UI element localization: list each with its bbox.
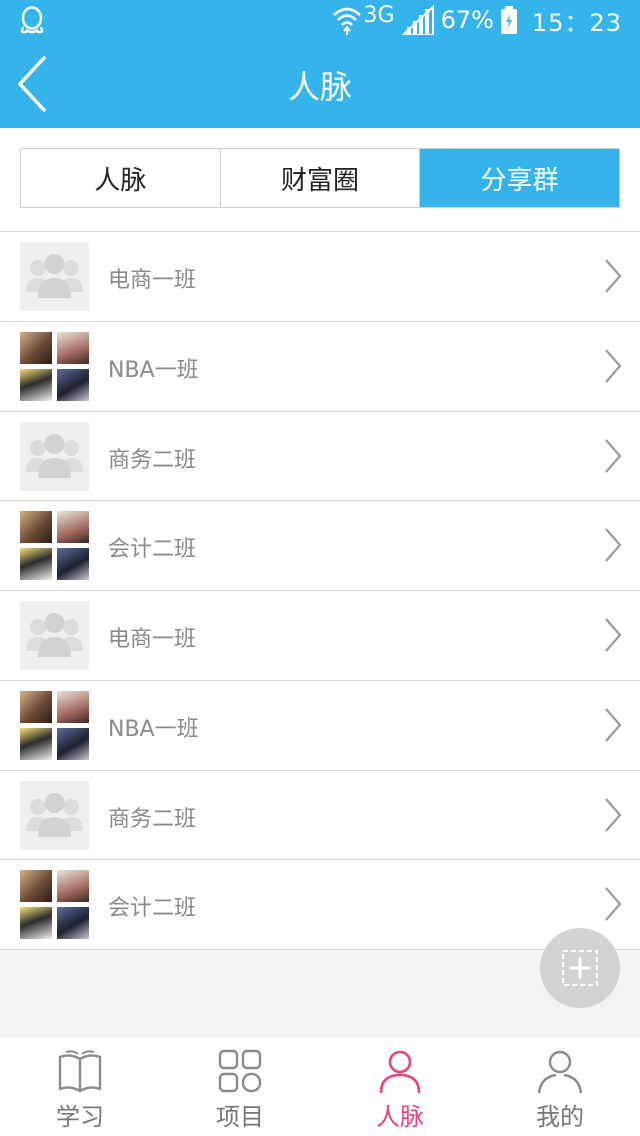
- nav-mine[interactable]: 我的: [480, 1037, 640, 1136]
- grid-icon: [218, 1049, 262, 1093]
- member-photo: [57, 727, 89, 760]
- group-photo-avatar: [20, 511, 89, 581]
- group-list: 电商一班 NBA一班 商务二班 会计二班 电商一班 NBA一班 商务二班 会计二…: [0, 231, 640, 950]
- tab-wealth-circle[interactable]: 财富圈: [221, 149, 421, 207]
- group-placeholder-avatar-icon: [20, 780, 89, 850]
- member-photo: [20, 907, 52, 940]
- nav-study[interactable]: 学习: [0, 1037, 160, 1136]
- list-item[interactable]: 商务二班: [0, 770, 640, 861]
- member-photo: [57, 907, 89, 940]
- add-icon: [562, 950, 598, 986]
- chevron-right-icon: [605, 528, 622, 562]
- group-placeholder-avatar-icon: [20, 242, 89, 311]
- profile-icon: [537, 1050, 583, 1094]
- chevron-right-icon: [605, 259, 622, 293]
- member-photo: [57, 368, 89, 401]
- group-placeholder-avatar-icon: [20, 601, 89, 670]
- nav-contacts[interactable]: 人脉: [320, 1037, 480, 1136]
- tab-contacts[interactable]: 人脉: [21, 149, 221, 207]
- title-bar: 人脉: [0, 40, 640, 128]
- member-photo: [57, 331, 89, 364]
- add-group-button[interactable]: [540, 928, 620, 1008]
- list-item[interactable]: 电商一班: [0, 591, 640, 681]
- group-photo-avatar: [20, 870, 89, 940]
- group-name: 会计二班: [108, 896, 197, 922]
- nav-label: 我的: [536, 1103, 584, 1131]
- network-type: 3G: [363, 2, 395, 28]
- segmented-control: 人脉 财富圈 分享群: [20, 148, 620, 208]
- member-photo: [57, 690, 89, 723]
- clock: 15：23: [531, 8, 622, 37]
- book-icon: [58, 1050, 102, 1093]
- bottom-nav: 学习 项目 人脉 我的: [0, 1036, 640, 1136]
- group-name: 会计二班: [108, 537, 197, 563]
- nav-label: 学习: [56, 1103, 104, 1131]
- member-photo: [20, 331, 52, 364]
- member-photo: [57, 548, 89, 581]
- nav-label: 人脉: [376, 1103, 424, 1131]
- group-name: 商务二班: [108, 447, 197, 473]
- battery-percent: 67%: [440, 6, 494, 34]
- chevron-right-icon: [605, 438, 622, 473]
- member-photo: [57, 870, 89, 903]
- tab-share-groups[interactable]: 分享群: [420, 149, 620, 207]
- group-name: 电商一班: [108, 627, 197, 652]
- group-name: NBA一班: [108, 357, 199, 383]
- battery-charging-icon: [500, 6, 517, 34]
- list-item[interactable]: 电商一班: [0, 232, 640, 322]
- chevron-right-icon: [605, 887, 622, 921]
- member-photo: [20, 690, 52, 723]
- signal-icon: [401, 5, 434, 35]
- member-photo: [20, 368, 52, 401]
- list-item[interactable]: 会计二班: [0, 860, 640, 950]
- nav-label: 项目: [216, 1103, 264, 1131]
- member-photo: [57, 511, 89, 544]
- status-bar: 3G 67% 15：23: [0, 0, 640, 40]
- list-item[interactable]: 商务二班: [0, 411, 640, 502]
- group-name: NBA一班: [108, 716, 199, 742]
- nav-projects[interactable]: 项目: [160, 1037, 320, 1136]
- chevron-right-icon: [605, 349, 622, 383]
- group-name: 商务二班: [108, 806, 197, 832]
- chevron-right-icon: [605, 708, 622, 742]
- list-item[interactable]: 会计二班: [0, 501, 640, 591]
- status-right: 3G 67% 15：23: [332, 2, 622, 37]
- wifi-icon: [332, 7, 361, 35]
- tabs-area: 人脉 财富圈 分享群: [0, 128, 640, 232]
- group-photo-avatar: [20, 331, 89, 401]
- member-photo: [20, 870, 52, 903]
- member-photo: [20, 727, 52, 760]
- member-photo: [20, 548, 52, 581]
- group-name: 电商一班: [108, 268, 197, 293]
- page-title: 人脉: [287, 68, 352, 106]
- list-item[interactable]: NBA一班: [0, 321, 640, 412]
- top-bar: 3G 67% 15：23 人脉: [0, 0, 640, 128]
- person-icon: [379, 1050, 421, 1094]
- list-item[interactable]: NBA一班: [0, 680, 640, 771]
- chevron-right-icon: [605, 797, 622, 832]
- group-placeholder-avatar-icon: [20, 421, 89, 491]
- qq-notification-icon: [20, 6, 44, 34]
- member-photo: [20, 511, 52, 544]
- chevron-right-icon: [605, 618, 622, 652]
- group-photo-avatar: [20, 690, 89, 760]
